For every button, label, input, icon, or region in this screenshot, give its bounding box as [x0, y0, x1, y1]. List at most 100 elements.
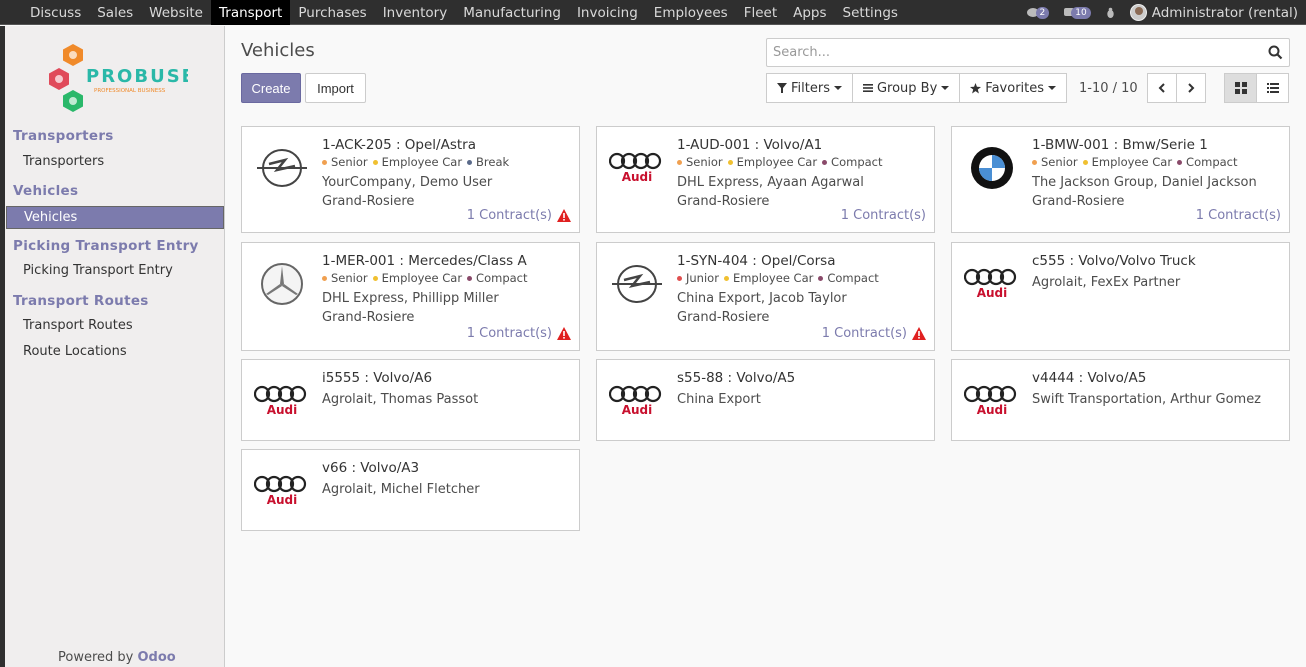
svg-text:Audi: Audi [977, 286, 1008, 300]
sidebar-item-transporters[interactable]: Transporters [23, 154, 104, 169]
pager-next-button[interactable] [1176, 73, 1206, 103]
sidebar-item-route-locations[interactable]: Route Locations [23, 344, 127, 359]
vehicle-name: c555 : Volvo/Volvo Truck [1032, 253, 1196, 269]
vehicle-name: 1-SYN-404 : Opel/Corsa [677, 253, 836, 269]
sidebar-item-transport-routes[interactable]: Transport Routes [23, 318, 133, 333]
warning-icon [912, 327, 926, 340]
tag: Employee Car [723, 271, 813, 285]
sidebar-item-picking-transport-entry[interactable]: Picking Transport Entry [23, 263, 173, 278]
kanban-view-button[interactable] [1224, 73, 1257, 103]
tag-list: Senior Employee Car Compact [677, 155, 888, 169]
powered-by[interactable]: Powered by Odoo [58, 650, 176, 665]
vehicle-card[interactable]: 1-ACK-205 : Opel/Astra Senior Employee Car… [241, 126, 580, 233]
sidebar-section-title: Transporters [13, 128, 114, 144]
vehicle-name: 1-BMW-001 : Bmw/Serie 1 [1032, 137, 1208, 153]
tag-label: Compact [1186, 155, 1238, 169]
opel-logo-icon [252, 143, 312, 193]
driver-info: Agrolait, FexEx Partner [1032, 275, 1181, 290]
vehicle-card[interactable]: Audi 1-AUD-001 : Volvo/A1 Senior Employee C… [596, 126, 935, 233]
menu-employees[interactable]: Employees [646, 0, 736, 25]
contracts-link[interactable]: 1 Contract(s) [841, 208, 926, 223]
filters-label: Filters [791, 80, 830, 96]
tag: Employee Car [372, 271, 462, 285]
search-icon[interactable] [1268, 45, 1283, 60]
sidebar-section-title: Transport Routes [13, 293, 149, 309]
bug-icon [1107, 7, 1114, 18]
vehicle-card[interactable]: Audi s55-88 : Volvo/A5 China Export [596, 359, 935, 441]
vehicle-card[interactable]: Audi v4444 : Volvo/A5 Swift Transportation… [951, 359, 1290, 441]
activity-indicator[interactable]: 10 [1063, 6, 1091, 19]
tag: Break [467, 155, 509, 169]
vehicle-card[interactable]: 1-BMW-001 : Bmw/Serie 1 Senior Employee Ca… [951, 126, 1290, 233]
tag: Compact [822, 155, 883, 169]
menu-manufacturing[interactable]: Manufacturing [455, 0, 569, 25]
audi-logo-icon: Audi [607, 143, 667, 193]
vehicle-card[interactable]: 1-SYN-404 : Opel/Corsa Junior Employee Car… [596, 242, 935, 351]
tag-label: Employee Car [736, 155, 818, 169]
contracts-label: 1 Contract(s) [821, 326, 907, 341]
menu-transport[interactable]: Transport [211, 0, 291, 25]
menu-website[interactable]: Website [141, 0, 211, 25]
tag-dot [467, 159, 473, 165]
vehicle-card[interactable]: Audi c555 : Volvo/Volvo Truck Agrolait, Fe… [951, 242, 1290, 351]
systray: 2 10 Administrator (rental) [1026, 0, 1306, 25]
svg-text:Audi: Audi [622, 170, 653, 184]
contracts-label: 1 Contract(s) [466, 208, 552, 223]
sidebar-item-vehicles[interactable]: Vehicles [6, 206, 224, 229]
tag-dot [322, 275, 327, 281]
contracts-link[interactable]: 1 Contract(s) [467, 208, 571, 223]
menu-inventory[interactable]: Inventory [375, 0, 455, 25]
driver-info: Swift Transportation, Arthur Gomez [1032, 392, 1262, 407]
bug-indicator[interactable] [1105, 7, 1116, 19]
tag-dot [677, 275, 682, 281]
svg-text:Audi: Audi [622, 403, 653, 417]
vehicle-card[interactable]: Audi v66 : Volvo/A3 Agrolait, Michel Fletc… [241, 449, 580, 531]
list-icon [1266, 83, 1279, 93]
create-button[interactable]: Create [241, 73, 301, 103]
odoo-brand: Odoo [137, 650, 176, 665]
tag-label: Senior [331, 271, 368, 285]
pager-previous-button[interactable] [1147, 73, 1177, 103]
driver-info: China Export [677, 392, 761, 407]
tag-dot [818, 275, 824, 281]
menu-discuss[interactable]: Discuss [22, 0, 89, 25]
contracts-link[interactable]: 1 Contract(s) [1196, 208, 1281, 223]
star-icon [970, 82, 982, 93]
filter-icon [777, 83, 787, 93]
tag-list: Senior Employee Car Break [322, 155, 514, 169]
tag: Senior [1032, 155, 1078, 169]
menu-sales[interactable]: Sales [89, 0, 141, 25]
chevron-right-icon [1188, 83, 1195, 93]
vehicle-name: s55-88 : Volvo/A5 [677, 370, 796, 386]
list-view-button[interactable] [1256, 73, 1289, 103]
location-info: Grand-Rosiere [322, 194, 415, 209]
contracts-link[interactable]: 1 Contract(s) [467, 326, 571, 341]
bmw-logo-icon [962, 143, 1022, 193]
pager-value[interactable]: 1-10 / 10 [1079, 81, 1138, 96]
favorites-label: Favorites [985, 80, 1045, 96]
main-content: Vehicles Create Import Search... Filters… [226, 26, 1306, 667]
tag-list: Junior Employee Car Compact [677, 271, 884, 285]
menu-fleet[interactable]: Fleet [736, 0, 785, 25]
menu-apps[interactable]: Apps [785, 0, 834, 25]
menu-invoicing[interactable]: Invoicing [569, 0, 646, 25]
menu-purchases[interactable]: Purchases [290, 0, 374, 25]
tag: Compact [1177, 155, 1238, 169]
svg-text:Audi: Audi [977, 403, 1008, 417]
chat-indicator[interactable]: 2 [1026, 6, 1050, 19]
favorites-button[interactable]: Favorites [959, 73, 1068, 103]
filters-button[interactable]: Filters [766, 73, 853, 103]
user-menu[interactable]: Administrator (rental) [1129, 4, 1298, 21]
search-input[interactable]: Search... [766, 38, 1290, 67]
vehicle-card[interactable]: 1-MER-001 : Mercedes/Class A Senior Employ… [241, 242, 580, 351]
import-button[interactable]: Import [305, 73, 366, 103]
vehicle-card[interactable]: Audi i5555 : Volvo/A6 Agrolait, Thomas Pas… [241, 359, 580, 441]
groupby-button[interactable]: Group By [851, 73, 961, 103]
contracts-link[interactable]: 1 Contract(s) [822, 326, 926, 341]
menu-settings[interactable]: Settings [835, 0, 906, 25]
caret-down-icon [941, 86, 950, 90]
vehicle-name: v66 : Volvo/A3 [322, 460, 420, 476]
audi-logo-icon: Audi [252, 376, 312, 426]
tag: Junior [677, 271, 719, 285]
sidebar-section-title: Picking Transport Entry [13, 238, 199, 254]
